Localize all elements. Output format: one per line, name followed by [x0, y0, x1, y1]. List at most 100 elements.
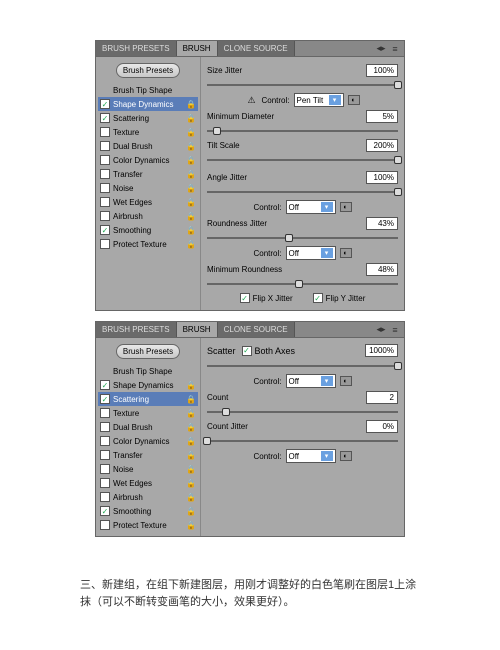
lock-icon: 🔒: [186, 507, 196, 516]
tab-brush[interactable]: BRUSH: [177, 41, 218, 56]
checkbox[interactable]: ✓: [100, 99, 110, 109]
menu-icon[interactable]: ≡: [390, 44, 400, 54]
sidebar-item-shape-dynamics[interactable]: ✓Shape Dynamics🔒: [98, 97, 198, 111]
sidebar-item-color-dynamics[interactable]: Color Dynamics🔒: [98, 434, 198, 448]
count-slider[interactable]: [207, 407, 398, 417]
sidebar-item-transfer[interactable]: Transfer🔒: [98, 167, 198, 181]
checkbox[interactable]: [100, 183, 110, 193]
lock-icon: 🔒: [186, 451, 196, 460]
checkbox[interactable]: [100, 492, 110, 502]
target-icon[interactable]: ◐: [340, 376, 352, 386]
tilt-scale-value[interactable]: 200%: [366, 139, 398, 152]
checkbox[interactable]: ✓: [100, 506, 110, 516]
sidebar-item-wet-edges[interactable]: Wet Edges🔒: [98, 195, 198, 209]
flip-y-checkbox[interactable]: ✓: [313, 293, 323, 303]
sidebar-item-airbrush[interactable]: Airbrush🔒: [98, 490, 198, 504]
checkbox[interactable]: ✓: [100, 113, 110, 123]
tab-clone-source[interactable]: CLONE SOURCE: [218, 322, 295, 337]
sidebar-item-shape-dynamics[interactable]: ✓Shape Dynamics🔒: [98, 378, 198, 392]
sidebar-item-scattering[interactable]: ✓Scattering🔒: [98, 392, 198, 406]
target-icon[interactable]: ◐: [340, 202, 352, 212]
checkbox[interactable]: ✓: [100, 394, 110, 404]
roundness-jitter-slider[interactable]: [207, 233, 398, 243]
roundness-jitter-value[interactable]: 43%: [366, 217, 398, 230]
checkbox[interactable]: [100, 450, 110, 460]
control-dropdown[interactable]: Off▾: [286, 200, 336, 214]
sidebar-item-dual-brush[interactable]: Dual Brush🔒: [98, 139, 198, 153]
control-dropdown[interactable]: Off▾: [286, 246, 336, 260]
tab-brush-presets[interactable]: BRUSH PRESETS: [96, 41, 177, 56]
shape-dynamics-content: Size Jitter100% ⚠ Control: Pen Tilt▾ ◐ M…: [201, 57, 404, 310]
target-icon[interactable]: ◐: [348, 95, 360, 105]
sidebar-item-wet-edges[interactable]: Wet Edges🔒: [98, 476, 198, 490]
checkbox[interactable]: [100, 197, 110, 207]
control-dropdown[interactable]: Pen Tilt▾: [294, 93, 344, 107]
menu-icon[interactable]: ≡: [390, 325, 400, 335]
sidebar-item-smoothing[interactable]: ✓Smoothing🔒: [98, 504, 198, 518]
sidebar-item-noise[interactable]: Noise🔒: [98, 462, 198, 476]
count-jitter-slider[interactable]: [207, 436, 398, 446]
lock-icon: 🔒: [186, 170, 196, 179]
sidebar-item-protect-texture[interactable]: Protect Texture🔒: [98, 237, 198, 251]
flip-y-label: Flip Y Jitter: [326, 294, 366, 303]
count-value[interactable]: 2: [366, 391, 398, 404]
checkbox[interactable]: [100, 211, 110, 221]
min-roundness-slider[interactable]: [207, 279, 398, 289]
target-icon[interactable]: ◐: [340, 451, 352, 461]
sidebar-item-brush-tip-shape[interactable]: Brush Tip Shape: [98, 84, 198, 97]
angle-jitter-value[interactable]: 100%: [366, 171, 398, 184]
brush-presets-button[interactable]: Brush Presets: [116, 344, 180, 359]
checkbox[interactable]: ✓: [100, 225, 110, 235]
sidebar-item-smoothing[interactable]: ✓Smoothing🔒: [98, 223, 198, 237]
scatter-slider[interactable]: [207, 361, 398, 371]
lock-icon: 🔒: [186, 521, 196, 530]
checkbox[interactable]: [100, 436, 110, 446]
tilt-scale-slider[interactable]: [207, 155, 398, 165]
size-jitter-slider[interactable]: [207, 80, 398, 90]
lock-icon: 🔒: [186, 142, 196, 151]
checkbox[interactable]: ✓: [100, 380, 110, 390]
flip-x-checkbox[interactable]: ✓: [240, 293, 250, 303]
sidebar-item-brush-tip-shape[interactable]: Brush Tip Shape: [98, 365, 198, 378]
min-diameter-slider[interactable]: [207, 126, 398, 136]
control-dropdown[interactable]: Off▾: [286, 449, 336, 463]
checkbox[interactable]: [100, 520, 110, 530]
checkbox[interactable]: [100, 127, 110, 137]
checkbox[interactable]: [100, 408, 110, 418]
checkbox[interactable]: [100, 169, 110, 179]
sidebar-item-noise[interactable]: Noise🔒: [98, 181, 198, 195]
checkbox[interactable]: [100, 141, 110, 151]
angle-jitter-slider[interactable]: [207, 187, 398, 197]
tab-clone-source[interactable]: CLONE SOURCE: [218, 41, 295, 56]
sidebar-item-dual-brush[interactable]: Dual Brush🔒: [98, 420, 198, 434]
checkbox[interactable]: [100, 464, 110, 474]
min-diameter-value[interactable]: 5%: [366, 110, 398, 123]
min-roundness-value[interactable]: 48%: [366, 263, 398, 276]
lock-icon: 🔒: [186, 437, 196, 446]
checkbox[interactable]: [100, 422, 110, 432]
sidebar-item-texture[interactable]: Texture🔒: [98, 406, 198, 420]
sidebar-item-color-dynamics[interactable]: Color Dynamics🔒: [98, 153, 198, 167]
tab-brush[interactable]: BRUSH: [177, 322, 218, 337]
sidebar-item-texture[interactable]: Texture🔒: [98, 125, 198, 139]
control-label: Control:: [253, 203, 281, 212]
count-jitter-value[interactable]: 0%: [366, 420, 398, 433]
scatter-value[interactable]: 1000%: [365, 344, 398, 357]
sidebar-item-protect-texture[interactable]: Protect Texture🔒: [98, 518, 198, 532]
control-dropdown[interactable]: Off▾: [286, 374, 336, 388]
brush-presets-button[interactable]: Brush Presets: [116, 63, 180, 78]
sidebar-item-airbrush[interactable]: Airbrush🔒: [98, 209, 198, 223]
brush-sidebar: Brush Presets Brush Tip Shape ✓Shape Dyn…: [96, 338, 201, 536]
sidebar-item-transfer[interactable]: Transfer🔒: [98, 448, 198, 462]
target-icon[interactable]: ◐: [340, 248, 352, 258]
collapse-icon[interactable]: ◂▸: [376, 325, 386, 335]
both-axes-checkbox[interactable]: ✓: [242, 346, 252, 356]
checkbox[interactable]: [100, 478, 110, 488]
collapse-icon[interactable]: ◂▸: [376, 44, 386, 54]
size-jitter-value[interactable]: 100%: [366, 64, 398, 77]
scatter-label: Scatter: [207, 346, 236, 356]
checkbox[interactable]: [100, 155, 110, 165]
sidebar-item-scattering[interactable]: ✓Scattering🔒: [98, 111, 198, 125]
checkbox[interactable]: [100, 239, 110, 249]
tab-brush-presets[interactable]: BRUSH PRESETS: [96, 322, 177, 337]
